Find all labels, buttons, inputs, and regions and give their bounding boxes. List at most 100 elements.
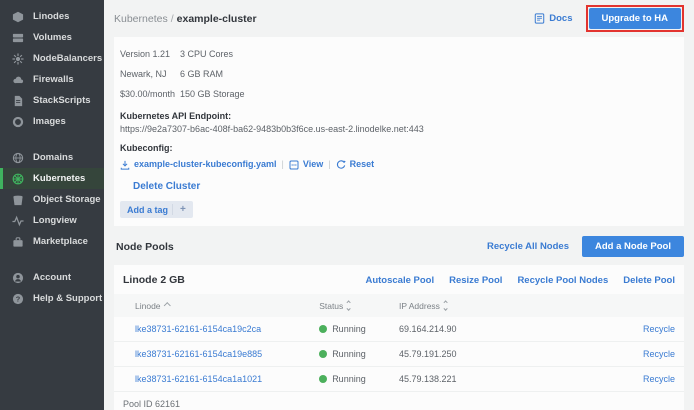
docs-link[interactable]: Docs <box>534 13 572 24</box>
sidebar-item-images[interactable]: Images <box>0 111 104 132</box>
sidebar-item-volumes[interactable]: Volumes <box>0 27 104 48</box>
view-icon <box>289 160 299 170</box>
main-content: Kubernetes/example-cluster Docs Upgrade … <box>104 0 694 410</box>
help-icon: ? <box>12 292 25 305</box>
spec-storage: 150 GB Storage <box>180 84 245 104</box>
breadcrumb-section[interactable]: Kubernetes <box>114 13 168 25</box>
status-running-dot <box>319 350 327 358</box>
spec-row: Version 1.21 3 CPU Cores <box>120 44 676 64</box>
sidebar-item-domains[interactable]: Domains <box>0 147 104 168</box>
breadcrumb: Kubernetes/example-cluster <box>114 13 257 25</box>
spec-row: $30.00/month 150 GB Storage <box>120 84 676 104</box>
sidebar-item-object-storage[interactable]: Object Storage <box>0 189 104 210</box>
api-endpoint-label: Kubernetes API Endpoint: <box>120 109 676 123</box>
node-pool-panel: Linode 2 GB Autoscale Pool Resize Pool R… <box>114 265 684 410</box>
separator: | <box>282 157 284 172</box>
sidebar: Linodes Volumes NodeBalancers Firewalls … <box>0 0 104 410</box>
sidebar-item-label: Domains <box>33 152 73 163</box>
recycle-all-nodes-link[interactable]: Recycle All Nodes <box>487 241 569 252</box>
pool-header: Linode 2 GB Autoscale Pool Resize Pool R… <box>114 265 684 294</box>
status-cell: Running <box>319 324 399 334</box>
sidebar-item-longview[interactable]: Longview <box>0 210 104 231</box>
nodebalancers-icon <box>12 52 25 65</box>
kubeconfig-reset-link[interactable]: Reset <box>336 157 375 172</box>
column-header-ip-address[interactable]: IP Address <box>399 301 570 311</box>
status-running-dot <box>319 325 327 333</box>
add-tag-button[interactable]: Add a tag + <box>120 201 193 218</box>
status-badge: Running <box>332 324 366 334</box>
plus-icon: + <box>172 204 193 215</box>
pool-id-footer: Pool ID 62161 <box>114 392 684 410</box>
column-header-linode[interactable]: Linode <box>114 301 319 311</box>
breadcrumb-separator: / <box>171 13 174 25</box>
docs-icon <box>534 13 545 24</box>
separator: | <box>328 157 330 172</box>
sidebar-item-linodes[interactable]: Linodes <box>0 6 104 27</box>
sidebar-item-label: Account <box>33 272 71 283</box>
status-badge: Running <box>332 349 366 359</box>
kubeconfig-view-link[interactable]: View <box>289 157 323 172</box>
sidebar-item-stackscripts[interactable]: StackScripts <box>0 90 104 111</box>
table-row: lke38731-62161-6154ca19e885 Running 45.7… <box>114 342 684 367</box>
sidebar-item-label: Volumes <box>33 32 72 43</box>
spec-version: Version 1.21 <box>120 44 180 64</box>
node-name-link[interactable]: lke38731-62161-6154ca1a1021 <box>114 374 319 384</box>
download-icon <box>120 160 130 170</box>
annotation-highlight: Upgrade to HA <box>586 5 685 32</box>
reset-icon <box>336 160 346 170</box>
add-node-pool-button[interactable]: Add a Node Pool <box>582 236 684 257</box>
sort-ascending-icon <box>164 302 170 308</box>
status-cell: Running <box>319 374 399 384</box>
sidebar-item-nodebalancers[interactable]: NodeBalancers <box>0 48 104 69</box>
stackscripts-icon <box>12 94 25 107</box>
sidebar-item-label: Object Storage <box>33 194 101 205</box>
node-pools-title: Node Pools <box>114 241 174 253</box>
kubeconfig-download-link[interactable]: example-cluster-kubeconfig.yaml <box>120 157 277 172</box>
ip-address: 45.79.138.221 <box>399 374 570 384</box>
recycle-node-link[interactable]: Recycle <box>570 324 684 334</box>
upgrade-to-ha-button[interactable]: Upgrade to HA <box>589 8 682 29</box>
delete-pool-link[interactable]: Delete Pool <box>623 275 675 286</box>
kubeconfig-row: example-cluster-kubeconfig.yaml | View |… <box>120 157 676 172</box>
table-row: lke38731-62161-6154ca19c2ca Running 69.1… <box>114 317 684 342</box>
sidebar-item-marketplace[interactable]: Marketplace <box>0 231 104 252</box>
firewalls-icon <box>12 73 25 86</box>
account-icon <box>12 271 25 284</box>
cluster-summary-panel: Version 1.21 3 CPU Cores Newark, NJ 6 GB… <box>114 37 684 226</box>
spec-cpu: 3 CPU Cores <box>180 44 233 64</box>
node-name-link[interactable]: lke38731-62161-6154ca19c2ca <box>114 324 319 334</box>
status-running-dot <box>319 375 327 383</box>
sidebar-item-account[interactable]: Account <box>0 267 104 288</box>
nodes-table: Linode Status IP Address lke38731-62161-… <box>114 294 684 410</box>
node-name-link[interactable]: lke38731-62161-6154ca19e885 <box>114 349 319 359</box>
sidebar-item-label: StackScripts <box>33 95 91 106</box>
api-endpoint-url: https://9e2a7307-b6ac-408f-ba62-9483b0b3… <box>120 123 676 136</box>
sidebar-item-label: NodeBalancers <box>33 53 102 64</box>
spec-row: Newark, NJ 6 GB RAM <box>120 64 676 84</box>
sidebar-item-label: Linodes <box>33 11 69 22</box>
domains-icon <box>12 151 25 164</box>
sidebar-item-firewalls[interactable]: Firewalls <box>0 69 104 90</box>
sidebar-item-label: Firewalls <box>33 74 74 85</box>
table-header-row: Linode Status IP Address <box>114 294 684 317</box>
sidebar-item-label: Help & Support <box>33 293 102 304</box>
sidebar-item-kubernetes[interactable]: Kubernetes <box>0 168 104 189</box>
sort-icon <box>444 301 447 309</box>
recycle-pool-nodes-link[interactable]: Recycle Pool Nodes <box>517 275 608 286</box>
resize-pool-link[interactable]: Resize Pool <box>449 275 502 286</box>
spec-ram: 6 GB RAM <box>180 64 223 84</box>
autoscale-pool-link[interactable]: Autoscale Pool <box>365 275 434 286</box>
recycle-node-link[interactable]: Recycle <box>570 374 684 384</box>
recycle-node-link[interactable]: Recycle <box>570 349 684 359</box>
status-badge: Running <box>332 374 366 384</box>
column-header-status[interactable]: Status <box>319 301 399 311</box>
sidebar-item-label: Longview <box>33 215 77 226</box>
breadcrumb-current: example-cluster <box>177 13 257 25</box>
marketplace-icon <box>12 235 25 248</box>
delete-cluster-button[interactable]: Delete Cluster <box>133 181 676 192</box>
object-storage-icon <box>12 193 25 206</box>
sidebar-item-label: Marketplace <box>33 236 88 247</box>
sidebar-item-help-support[interactable]: ? Help & Support <box>0 288 104 309</box>
spec-price: $30.00/month <box>120 84 180 104</box>
spec-region: Newark, NJ <box>120 64 180 84</box>
